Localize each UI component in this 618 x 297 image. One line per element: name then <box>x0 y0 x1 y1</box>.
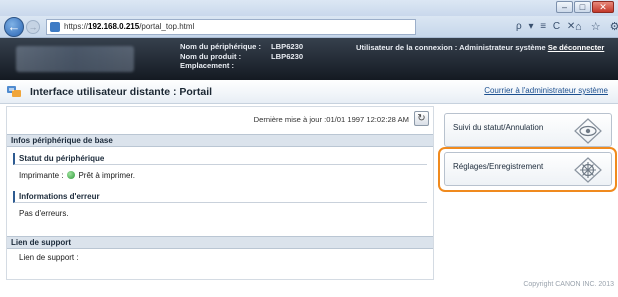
device-name-value: LBP6230 <box>271 42 304 51</box>
device-info: Nom du périphérique : LBP6230 Nom du prod… <box>180 42 303 71</box>
page-title-bar: Interface utilisateur distante : Portail… <box>0 80 618 104</box>
window-titlebar: – □ ✕ <box>0 0 618 16</box>
address-url[interactable]: https://192.168.0.215/portal_top.html <box>64 22 194 31</box>
site-favicon-icon <box>50 22 60 32</box>
status-monitor-label: Suivi du statut/Annulation <box>453 123 544 132</box>
status-monitor-button[interactable]: Suivi du statut/Annulation <box>444 113 612 147</box>
logout-link[interactable]: Se déconnecter <box>548 43 605 52</box>
login-user-text: Utilisateur de la connexion : Administra… <box>356 43 546 52</box>
printer-status: Prêt à imprimer. <box>78 171 135 180</box>
error-info-heading: Informations d'erreur <box>13 191 427 203</box>
back-button[interactable]: ← <box>4 17 24 37</box>
last-update-text: Dernière mise à jour :01/01 1997 12:02:2… <box>253 115 409 124</box>
mail-admin-link[interactable]: Courrier à l'administrateur système <box>484 86 608 95</box>
device-info-panel: Dernière mise à jour :01/01 1997 12:02:2… <box>6 106 434 280</box>
url-host: 192.168.0.215 <box>88 22 140 31</box>
refresh-button[interactable]: ↻ <box>414 111 429 126</box>
browser-navbar: ← → https://192.168.0.215/portal_top.htm… <box>0 16 618 38</box>
page-title: Interface utilisateur distante : Portail <box>30 86 213 98</box>
forward-button[interactable]: → <box>26 20 40 34</box>
device-status-heading: Statut du périphérique <box>13 153 427 165</box>
remote-ui-icon <box>7 86 21 97</box>
window-controls: – □ ✕ <box>556 1 614 13</box>
url-path: /portal_top.html <box>139 22 195 31</box>
support-label: Lien de support : <box>19 253 79 262</box>
printer-label: Imprimante : <box>19 171 64 180</box>
product-name-label: Nom du produit : <box>180 51 242 61</box>
address-tools[interactable]: ρ ▾ ≡ C ✕ <box>516 21 577 32</box>
url-scheme: https:// <box>64 22 89 31</box>
address-bar[interactable]: https://192.168.0.215/portal_top.html <box>46 19 416 35</box>
copyright-text: Copyright CANON INC. 2013 <box>523 281 614 288</box>
restore-button[interactable]: □ <box>574 1 591 13</box>
page-header: Nom du périphérique : LBP6230 Nom du prod… <box>0 38 618 80</box>
location-label: Emplacement : <box>180 61 235 70</box>
error-text: Pas d'erreurs. <box>19 209 69 218</box>
eye-diamond-icon <box>574 118 602 144</box>
close-window-button[interactable]: ✕ <box>592 1 614 13</box>
support-heading: Lien de support <box>7 236 433 249</box>
basic-info-heading: Infos périphérique de base <box>7 134 433 147</box>
browser-tool-icons[interactable]: ⌂ ☆ ⚙ <box>575 20 618 33</box>
status-ok-icon <box>67 171 76 179</box>
settings-highlight-frame <box>438 147 617 192</box>
product-name-value: LBP6230 <box>271 51 304 61</box>
brand-logo <box>16 46 134 72</box>
printer-status-row: Imprimante : Prêt à imprimer. <box>19 171 135 180</box>
device-name-label: Nom du périphérique : <box>180 42 262 51</box>
browser-window: – □ ✕ ← → https://192.168.0.215/portal_t… <box>0 0 618 297</box>
login-user-info: Utilisateur de la connexion : Administra… <box>356 43 604 52</box>
minimize-button[interactable]: – <box>556 1 573 13</box>
